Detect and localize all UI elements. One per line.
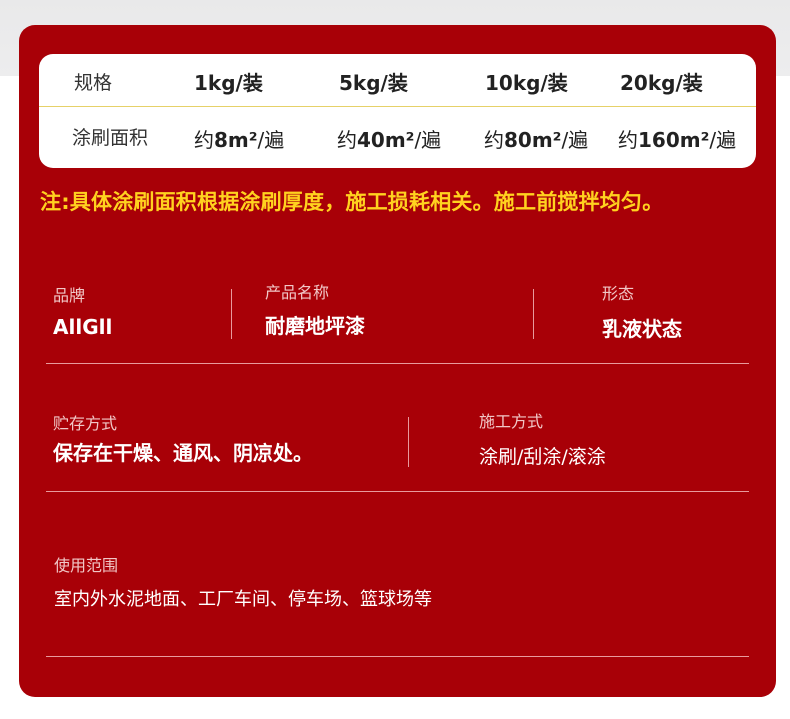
usage-value: 室内外水泥地面、工厂车间、停车场、篮球场等 bbox=[54, 589, 432, 610]
brand-value: AllGll bbox=[53, 315, 113, 339]
size-20kg: 20kg/装 bbox=[620, 71, 703, 95]
coverage-suffix: /遍 bbox=[414, 128, 442, 152]
size-10kg: 10kg/装 bbox=[485, 71, 568, 95]
coverage-10kg: 约80m²/遍 bbox=[484, 124, 588, 153]
coverage-20kg: 约160m²/遍 bbox=[618, 124, 736, 153]
coverage-5kg: 约40m²/遍 bbox=[337, 124, 441, 153]
coverage-value: 8m² bbox=[214, 128, 258, 152]
coverage-prefix: 约 bbox=[618, 128, 638, 152]
spec-label: 规格 bbox=[74, 72, 113, 94]
spec-table-header-row: 规格 1kg/装 5kg/装 10kg/装 20kg/装 bbox=[39, 54, 756, 107]
coverage-value: 160m² bbox=[638, 128, 710, 152]
coverage-value: 40m² bbox=[357, 128, 415, 152]
brand-label: 品牌 bbox=[53, 286, 86, 305]
spec-table: 规格 1kg/装 5kg/装 10kg/装 20kg/装 涂刷面积 约8m²/遍… bbox=[39, 54, 756, 168]
divider-horizontal bbox=[46, 656, 749, 657]
coverage-prefix: 约 bbox=[194, 128, 214, 152]
form-label: 形态 bbox=[602, 284, 635, 303]
application-label: 施工方式 bbox=[479, 412, 544, 431]
form-value: 乳液状态 bbox=[602, 317, 682, 341]
coverage-label: 涂刷面积 bbox=[72, 127, 149, 149]
divider-vertical bbox=[533, 289, 534, 339]
size-1kg: 1kg/装 bbox=[194, 71, 263, 95]
size-5kg: 5kg/装 bbox=[339, 71, 408, 95]
spec-table-area-row: 涂刷面积 约8m²/遍 约40m²/遍 约80m²/遍 约160m²/遍 bbox=[39, 107, 756, 168]
coverage-suffix: /遍 bbox=[561, 128, 589, 152]
coverage-prefix: 约 bbox=[484, 128, 504, 152]
product-name-value: 耐磨地坪漆 bbox=[265, 314, 365, 338]
divider-horizontal bbox=[46, 363, 749, 364]
product-name-label: 产品名称 bbox=[265, 283, 330, 302]
usage-label: 使用范围 bbox=[54, 556, 119, 575]
divider-vertical bbox=[231, 289, 232, 339]
storage-value: 保存在干燥、通风、阴凉处。 bbox=[53, 441, 313, 465]
coverage-value: 80m² bbox=[504, 128, 562, 152]
coverage-prefix: 约 bbox=[337, 128, 357, 152]
storage-label: 贮存方式 bbox=[53, 414, 118, 433]
application-value: 涂刷/刮涂/滚涂 bbox=[479, 446, 606, 468]
coverage-1kg: 约8m²/遍 bbox=[194, 124, 284, 153]
coverage-suffix: /遍 bbox=[709, 128, 737, 152]
coverage-suffix: /遍 bbox=[257, 128, 285, 152]
coverage-note: 注:具体涂刷面积根据涂刷厚度，施工损耗相关。施工前搅拌均匀。 bbox=[40, 190, 664, 214]
divider-horizontal bbox=[46, 491, 749, 492]
divider-vertical bbox=[408, 417, 409, 467]
